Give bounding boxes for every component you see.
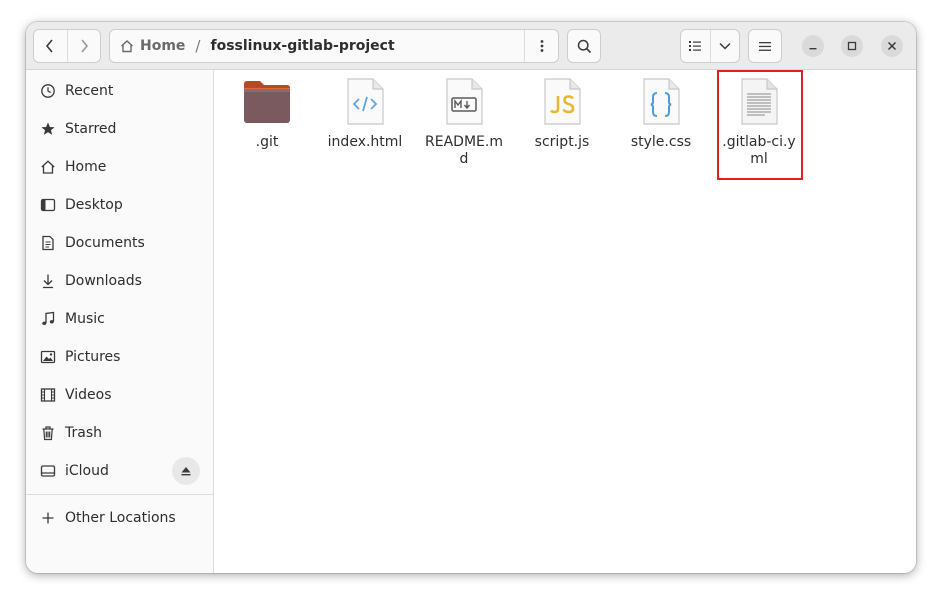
sidebar-item-label: Documents	[65, 235, 145, 251]
file-item-script-js[interactable]: script.js	[520, 76, 604, 151]
sidebar-separator	[26, 494, 213, 495]
path-menu-button[interactable]	[524, 30, 558, 62]
star-icon	[39, 120, 57, 138]
sidebar-item-label: Videos	[65, 387, 112, 403]
forward-button[interactable]	[66, 30, 100, 62]
drive-icon	[39, 462, 57, 480]
sidebar-item-documents[interactable]: Documents	[26, 226, 213, 260]
header-bar: Home / fosslinux-gitlab-project	[26, 22, 916, 70]
path-home-segment[interactable]: Home	[110, 38, 185, 54]
sidebar-item-music[interactable]: Music	[26, 302, 213, 336]
view-options-button[interactable]	[709, 30, 739, 62]
sidebar-item-desktop[interactable]: Desktop	[26, 188, 213, 222]
download-icon	[39, 272, 57, 290]
html-file-icon	[340, 76, 390, 128]
vertical-dots-icon	[540, 40, 543, 52]
file-name: README.md	[425, 134, 503, 167]
sidebar-item-label: Home	[65, 159, 107, 175]
sidebar-item-label: Other Locations	[65, 510, 176, 526]
list-view-icon	[689, 41, 702, 51]
file-manager-window: Home / fosslinux-gitlab-project Recent S…	[26, 22, 916, 573]
clock-icon	[39, 82, 57, 100]
maximize-button[interactable]	[841, 35, 863, 57]
file-name: script.js	[534, 134, 590, 150]
file-view: .git index.html README.md script.js styl…	[215, 70, 916, 573]
highlight-box	[717, 70, 803, 180]
path-bar: Home / fosslinux-gitlab-project	[109, 29, 559, 63]
sidebar-item-label: Pictures	[65, 349, 121, 365]
file-item-git-folder[interactable]: .git	[225, 76, 309, 151]
file-item-index-html[interactable]: index.html	[323, 76, 407, 151]
folder-icon	[242, 76, 292, 128]
picture-icon	[39, 348, 57, 366]
sidebar-item-home[interactable]: Home	[26, 150, 213, 184]
path-current-folder[interactable]: fosslinux-gitlab-project	[210, 38, 394, 54]
home-icon	[39, 158, 57, 176]
sidebar-item-label: Desktop	[65, 197, 123, 213]
navigation-buttons	[33, 29, 101, 63]
sidebar-item-label: iCloud	[65, 463, 109, 479]
close-button[interactable]	[881, 35, 903, 57]
video-icon	[39, 386, 57, 404]
css-file-icon	[636, 76, 686, 128]
sidebar-item-label: Downloads	[65, 273, 142, 289]
sidebar-item-trash[interactable]: Trash	[26, 416, 213, 450]
sidebar-item-label: Trash	[65, 425, 102, 441]
file-name: index.html	[327, 134, 403, 150]
file-name: style.css	[630, 134, 692, 150]
sidebar-item-label: Recent	[65, 83, 114, 99]
sidebar-item-videos[interactable]: Videos	[26, 378, 213, 412]
sidebar-item-recent[interactable]: Recent	[26, 74, 213, 108]
eject-button[interactable]	[172, 457, 200, 485]
desktop-icon	[39, 196, 57, 214]
sidebar-item-other-locations[interactable]: Other Locations	[26, 501, 213, 535]
sidebar-item-pictures[interactable]: Pictures	[26, 340, 213, 374]
hamburger-icon	[759, 41, 771, 51]
chevron-right-icon	[81, 39, 89, 53]
main-menu-button[interactable]	[748, 29, 782, 63]
minimize-button[interactable]	[802, 35, 824, 57]
maximize-icon	[847, 41, 857, 51]
chevron-down-icon	[719, 42, 731, 50]
sidebar: Recent Starred Home Desktop Documents Do…	[26, 70, 214, 573]
minimize-icon	[809, 48, 817, 50]
file-item-style-css[interactable]: style.css	[619, 76, 703, 151]
path-home-label: Home	[140, 38, 186, 54]
document-icon	[39, 234, 57, 252]
sidebar-item-label: Music	[65, 311, 105, 327]
chevron-left-icon	[46, 39, 54, 53]
sidebar-item-label: Starred	[65, 121, 117, 137]
markdown-file-icon	[439, 76, 489, 128]
list-view-button[interactable]	[681, 30, 710, 62]
plus-icon	[39, 509, 57, 527]
music-icon	[39, 310, 57, 328]
file-name: .git	[255, 134, 279, 150]
sidebar-item-starred[interactable]: Starred	[26, 112, 213, 146]
search-button[interactable]	[567, 29, 601, 63]
close-icon	[887, 41, 897, 51]
path-separator: /	[195, 37, 201, 55]
js-file-icon	[537, 76, 587, 128]
sidebar-item-downloads[interactable]: Downloads	[26, 264, 213, 298]
trash-icon	[39, 424, 57, 442]
back-button[interactable]	[34, 30, 67, 62]
view-buttons	[680, 29, 740, 63]
file-item-readme-md[interactable]: README.md	[422, 76, 506, 168]
home-icon	[121, 40, 133, 53]
search-icon	[577, 39, 591, 53]
eject-icon	[181, 467, 191, 476]
